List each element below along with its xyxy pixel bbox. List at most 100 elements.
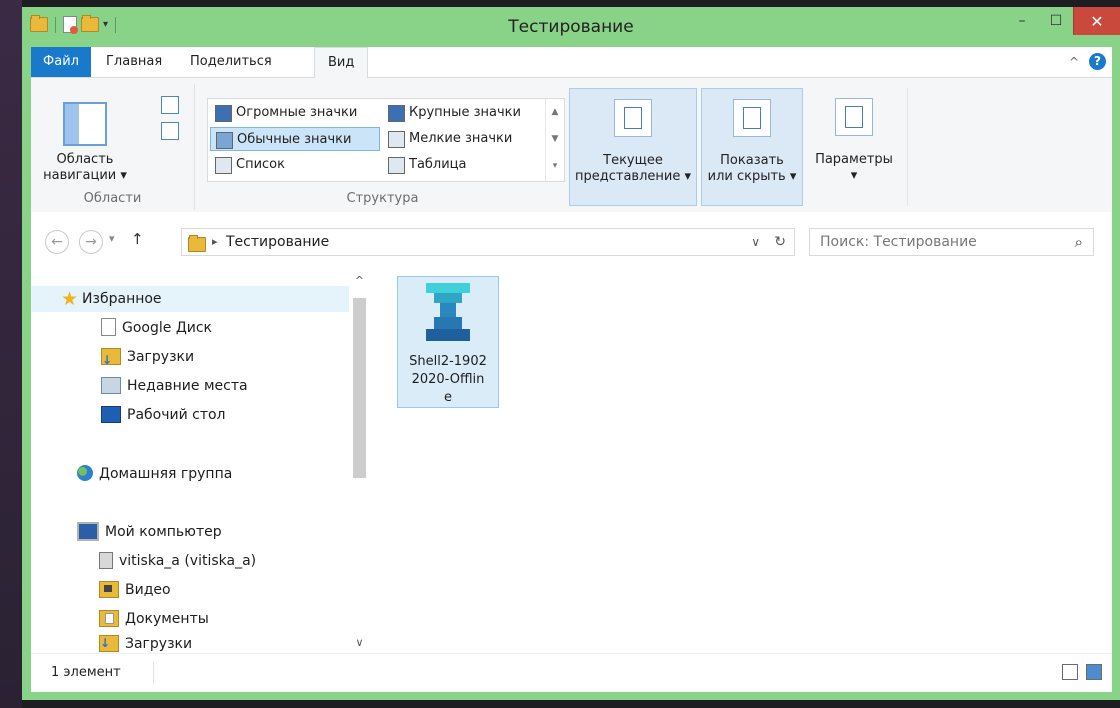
- search-icon[interactable]: ⌕: [1075, 229, 1083, 255]
- layout-gallery: Огромные значки Крупные значки Обычные з…: [207, 98, 565, 182]
- navigation-pane-button[interactable]: Область навигации ▾: [41, 102, 129, 184]
- tab-file[interactable]: Файл: [31, 47, 91, 77]
- navigation-tree: ★Избранное Google Диск Загрузки Недавние…: [31, 266, 349, 653]
- tree-scrollbar[interactable]: ^ ∨: [351, 274, 368, 649]
- star-icon: ★: [61, 288, 79, 310]
- downloads-icon: [101, 347, 121, 373]
- recent-places-icon: [101, 376, 121, 394]
- documents-folder-icon: [99, 609, 119, 627]
- tree-item-network-drive[interactable]: vitiska_a (vitiska_a): [99, 548, 256, 574]
- breadcrumb-separator[interactable]: ▸: [212, 229, 218, 255]
- current-view-label-2: представление ▾: [575, 169, 691, 184]
- ribbon-tabs: Файл Главная Поделиться Вид ^ ?: [31, 47, 1112, 78]
- recent-locations-button[interactable]: ▾: [109, 232, 115, 245]
- new-folder-icon[interactable]: [81, 15, 99, 32]
- tree-item-documents[interactable]: Документы: [99, 606, 209, 632]
- show-hide-icon: [733, 99, 771, 137]
- status-bar: 1 элемент: [31, 653, 1112, 692]
- layout-large-icons[interactable]: Крупные значки: [383, 101, 569, 125]
- breadcrumb-current[interactable]: Тестирование: [226, 229, 329, 255]
- options-button[interactable]: Параметры ▾: [806, 88, 902, 206]
- ribbon-group-structure: Огромные значки Крупные значки Обычные з…: [195, 84, 570, 210]
- list-icon: [215, 157, 232, 174]
- tab-view[interactable]: Вид: [314, 47, 369, 78]
- qat-separator-2: [115, 16, 117, 33]
- layout-details[interactable]: Таблица: [383, 153, 569, 177]
- tree-item-video[interactable]: Видео: [99, 577, 171, 603]
- homegroup-icon: [77, 465, 93, 481]
- gallery-scroll: ▲ ▼ ▾: [545, 99, 564, 181]
- current-view-button[interactable]: Текущее представление ▾: [569, 88, 697, 206]
- options-icon: [835, 98, 873, 136]
- address-box[interactable]: ▸ Тестирование ∨ ↻: [181, 228, 795, 256]
- show-hide-label-1: Показать: [720, 153, 784, 168]
- details-icon: [388, 157, 405, 174]
- item-count: 1 элемент: [51, 665, 121, 680]
- properties-icon[interactable]: [63, 16, 78, 34]
- file-name-line-1: Shell2-1902: [409, 354, 487, 369]
- ribbon-group-structure-label: Структура: [346, 191, 419, 206]
- qat-customize-button[interactable]: ▾: [103, 19, 108, 30]
- tree-item-favorites[interactable]: ★ Избранное: [31, 286, 349, 312]
- file-item[interactable]: Shell2-1902 2020-Offlin e: [397, 276, 499, 408]
- tree-item-recent-places[interactable]: Недавние места: [101, 373, 248, 399]
- title-bar: Тестирование ▾ – ☐ ✕: [22, 7, 1120, 47]
- show-hide-label-2: или скрыть ▾: [707, 169, 797, 184]
- details-view-icon[interactable]: [1062, 664, 1078, 680]
- show-hide-button[interactable]: Показать или скрыть ▾: [701, 88, 803, 206]
- status-separator: [153, 662, 154, 684]
- collapse-ribbon-button[interactable]: ^: [1069, 55, 1079, 69]
- help-icon[interactable]: ?: [1089, 53, 1106, 70]
- gallery-scroll-down[interactable]: ▼: [546, 126, 564, 153]
- view-toggle-buttons: [1062, 664, 1102, 680]
- maximize-button[interactable]: ☐: [1039, 7, 1073, 35]
- current-view-label-1: Текущее: [603, 153, 663, 168]
- small-icons-icon: [388, 131, 405, 148]
- forward-button[interactable]: →: [79, 230, 103, 254]
- scroll-up-button[interactable]: ^: [351, 274, 368, 287]
- back-button[interactable]: ←: [45, 230, 69, 254]
- network-drive-icon: [99, 551, 113, 569]
- tree-item-desktop[interactable]: Рабочий стол: [101, 402, 226, 428]
- app-icon: [420, 283, 476, 347]
- minimize-button[interactable]: –: [1005, 7, 1039, 35]
- up-button[interactable]: ↑: [131, 230, 144, 248]
- downloads-icon: [99, 634, 119, 652]
- address-bar-area: ← → ▾ ↑ ▸ Тестирование ∨ ↻ Поиск: Тестир…: [31, 212, 1112, 266]
- layout-small-icons[interactable]: Мелкие значки: [383, 127, 569, 151]
- desktop-background: [0, 0, 22, 708]
- tree-item-my-computer[interactable]: Мой компьютер: [77, 519, 222, 545]
- layout-list[interactable]: Список: [210, 153, 406, 177]
- gallery-more[interactable]: ▾: [546, 153, 564, 180]
- tab-home[interactable]: Главная: [93, 47, 175, 77]
- tree-item-homegroup[interactable]: Домашняя группа: [77, 461, 232, 487]
- tree-item-google-drive[interactable]: Google Диск: [101, 315, 212, 341]
- preview-pane-icon[interactable]: [161, 96, 179, 114]
- large-icons-view-icon[interactable]: [1086, 664, 1102, 680]
- desktop-icon: [101, 405, 121, 423]
- details-pane-icon[interactable]: [161, 122, 179, 140]
- scroll-down-button[interactable]: ∨: [351, 636, 368, 649]
- file-name-line-3: e: [444, 390, 452, 405]
- search-input[interactable]: Поиск: Тестирование ⌕: [809, 228, 1094, 256]
- layout-extra-large-icons[interactable]: Огромные значки: [210, 101, 406, 125]
- quick-access-toolbar: ▾: [30, 15, 119, 34]
- layout-medium-icons[interactable]: Обычные значки: [210, 127, 380, 151]
- tree-item-downloads-pc[interactable]: Загрузки: [99, 634, 192, 653]
- scroll-thumb[interactable]: [353, 298, 366, 478]
- explorer-window: Тестирование ▾ – ☐ ✕ Файл Главная Подели…: [22, 7, 1120, 700]
- computer-icon: [77, 521, 99, 541]
- ribbon-group-areas-label: Области: [83, 191, 142, 206]
- refresh-button[interactable]: ↻: [774, 229, 786, 255]
- folder-icon: [188, 235, 206, 252]
- gallery-scroll-up[interactable]: ▲: [546, 99, 564, 126]
- app-icon-graphic: [426, 283, 470, 341]
- qat-separator: [55, 16, 56, 33]
- ribbon-group-areas: Область навигации ▾ Области: [31, 84, 195, 210]
- tab-share[interactable]: Поделиться: [177, 47, 285, 77]
- options-label-1: Параметры: [815, 152, 893, 167]
- folder-icon[interactable]: [30, 15, 48, 32]
- tree-item-downloads[interactable]: Загрузки: [101, 344, 194, 373]
- close-button[interactable]: ✕: [1073, 7, 1120, 35]
- address-dropdown-button[interactable]: ∨: [751, 229, 760, 255]
